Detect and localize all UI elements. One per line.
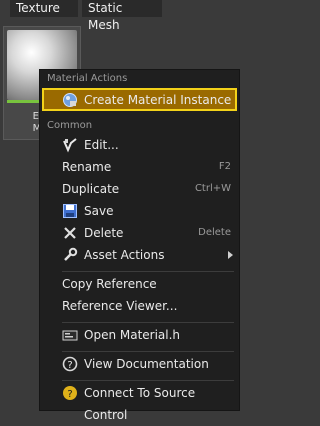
menu-item-label: Connect To Source Control bbox=[84, 386, 196, 422]
menu-item-view-documentation[interactable]: ? View Documentation bbox=[40, 353, 239, 375]
menu-item-reference-viewer[interactable]: Reference Viewer... bbox=[40, 295, 239, 317]
section-header-material-actions: Material Actions bbox=[47, 73, 128, 84]
menu-separator bbox=[62, 380, 234, 381]
menu-item-edit[interactable]: Edit... bbox=[40, 134, 239, 156]
menu-item-copy-reference[interactable]: Copy Reference bbox=[40, 273, 239, 295]
menu-item-duplicate[interactable]: Duplicate Ctrl+W bbox=[40, 178, 239, 200]
material-instance-icon bbox=[63, 93, 77, 107]
menu-item-asset-actions[interactable]: Asset Actions bbox=[40, 244, 239, 266]
menu-item-label: View Documentation bbox=[84, 357, 209, 371]
menu-separator bbox=[62, 271, 234, 272]
menu-item-label: Create Material Instance bbox=[84, 93, 232, 107]
menu-item-label: Delete bbox=[84, 226, 124, 240]
shortcut-text: Ctrl+W bbox=[194, 183, 231, 194]
help-icon: ? bbox=[62, 356, 78, 372]
context-menu: Material Actions Create Material Instanc… bbox=[39, 69, 240, 422]
section-header-common: Common bbox=[47, 120, 93, 131]
source-control-status-icon: ? bbox=[63, 386, 77, 400]
menu-item-label: Duplicate bbox=[62, 182, 120, 196]
menu-item-label: Reference Viewer... bbox=[62, 299, 178, 313]
menu-item-save[interactable]: Save bbox=[40, 200, 239, 222]
menu-item-delete[interactable]: Delete Delete bbox=[40, 222, 239, 244]
menu-item-label: Copy Reference bbox=[62, 277, 157, 291]
source-code-icon bbox=[62, 330, 78, 341]
menu-item-label: Rename bbox=[62, 160, 112, 174]
menu-item-open-material-h[interactable]: Open Material.h bbox=[40, 324, 239, 346]
svg-text:?: ? bbox=[67, 360, 72, 371]
submenu-arrow-icon bbox=[228, 251, 233, 259]
save-icon bbox=[63, 204, 77, 218]
shortcut-text: Delete bbox=[198, 227, 231, 238]
menu-item-label: Asset Actions bbox=[84, 248, 165, 262]
menu-item-rename[interactable]: Rename F2 bbox=[40, 156, 239, 178]
tab-texture[interactable]: Texture bbox=[10, 0, 78, 17]
tab-static-mesh[interactable]: Static Mesh bbox=[82, 0, 162, 32]
menu-item-create-material-instance[interactable]: Create Material Instance bbox=[40, 89, 239, 111]
menu-item-label: Edit... bbox=[84, 138, 119, 152]
shortcut-text: F2 bbox=[218, 161, 231, 172]
menu-item-label: Open Material.h bbox=[84, 328, 181, 342]
menu-separator bbox=[62, 351, 234, 352]
wrench-icon bbox=[64, 247, 78, 261]
edit-icon bbox=[63, 138, 77, 153]
menu-separator bbox=[62, 322, 234, 323]
menu-item-connect-to-source-control[interactable]: ? Connect To Source Control bbox=[40, 382, 239, 422]
svg-text:?: ? bbox=[67, 389, 72, 400]
menu-item-label: Save bbox=[84, 204, 114, 218]
delete-icon bbox=[64, 227, 76, 239]
